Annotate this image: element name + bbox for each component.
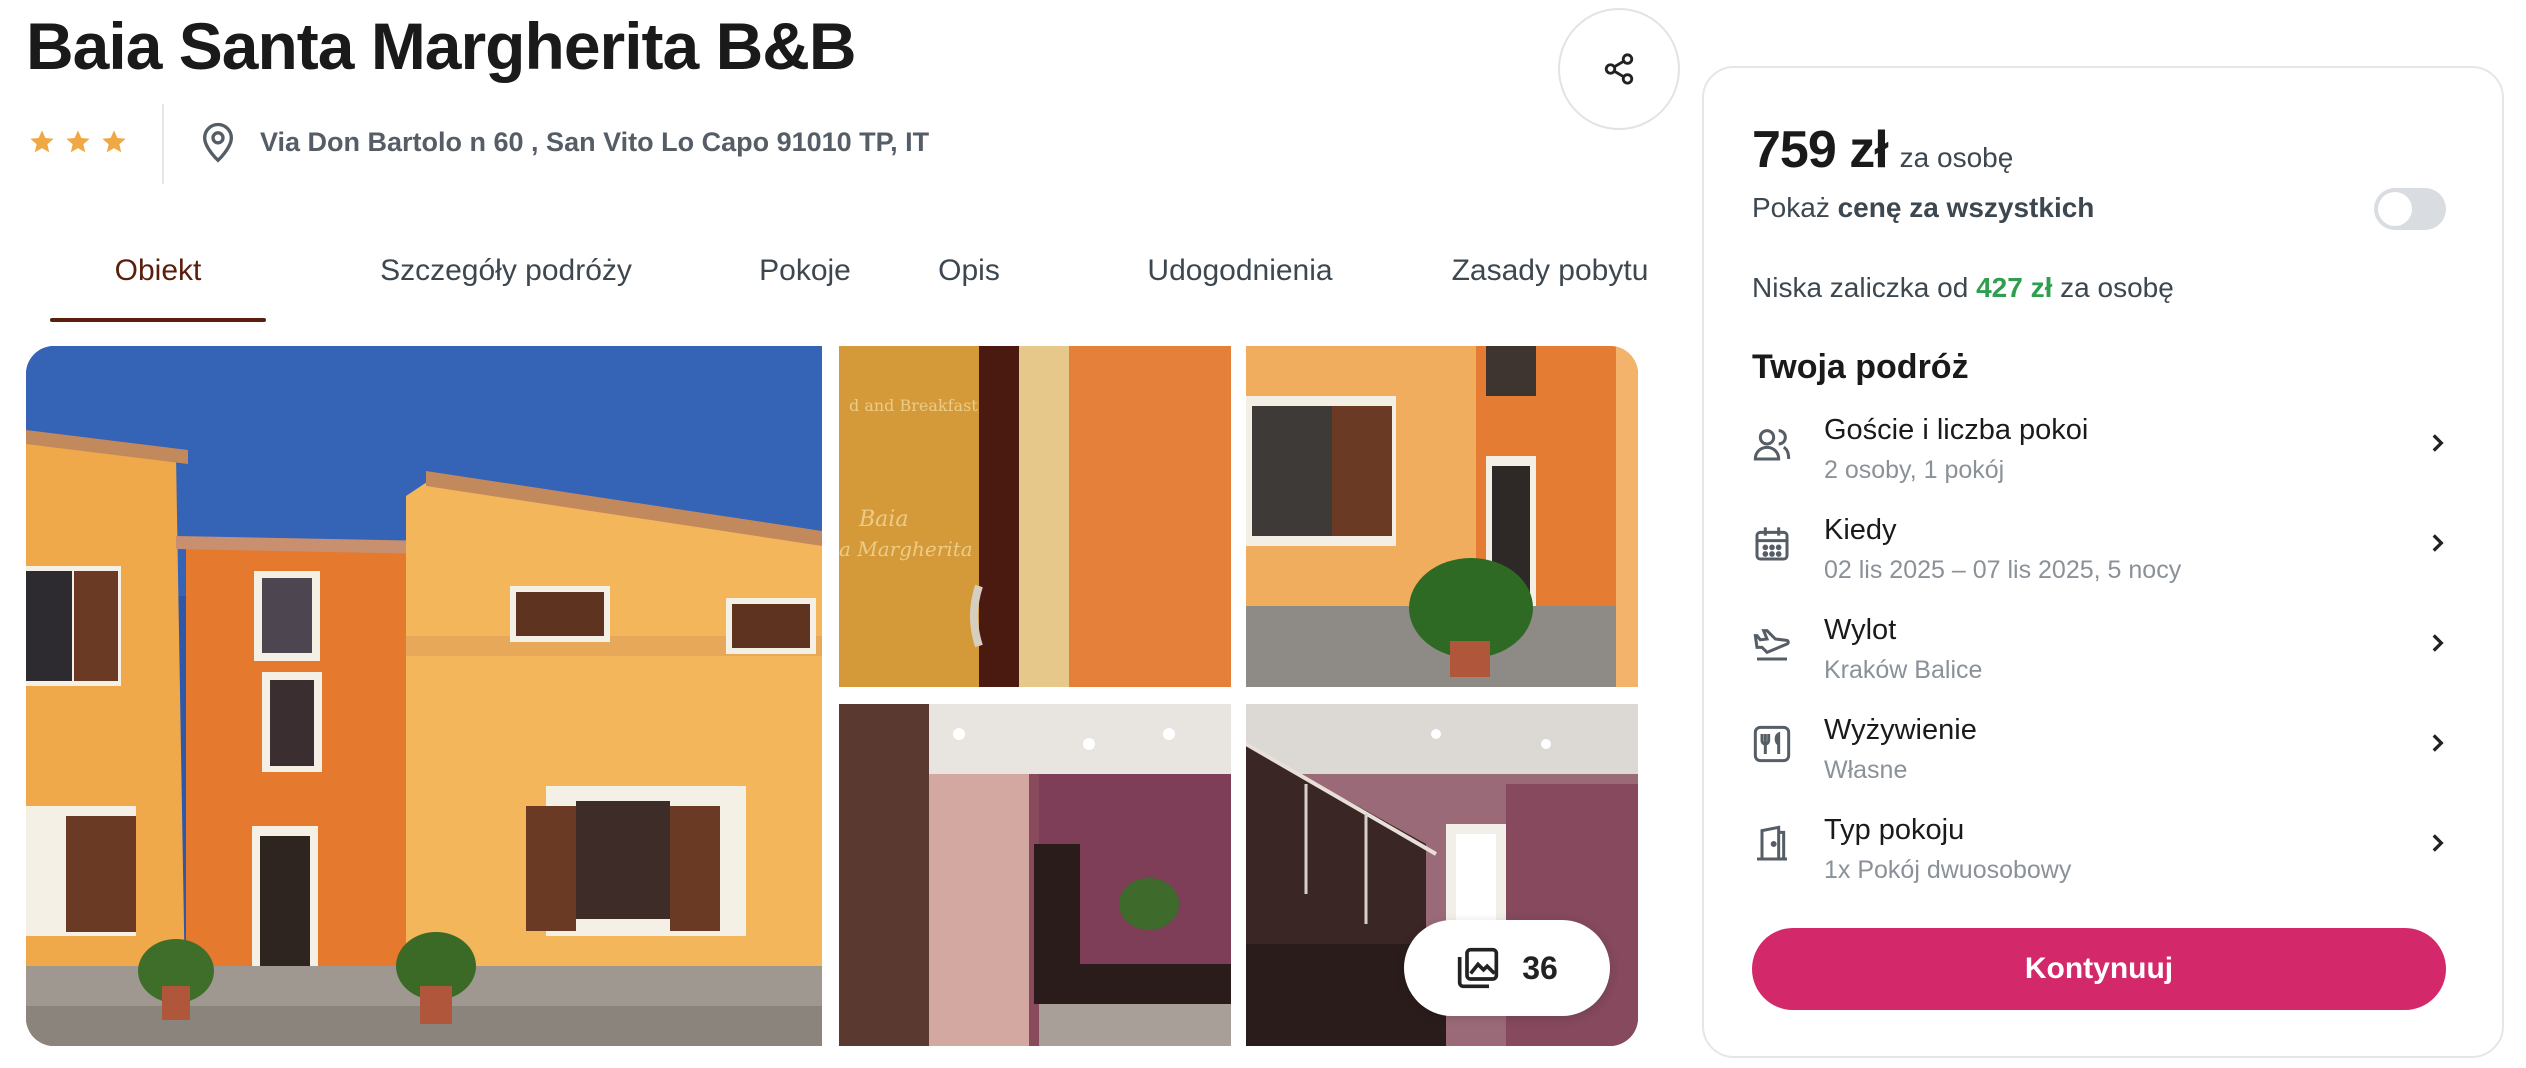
price: 759 zł [1752, 121, 1889, 179]
chevron-right-icon [2432, 634, 2444, 652]
star-icon [30, 130, 54, 153]
show-all-photos-button[interactable]: 36 [1404, 920, 1610, 1016]
trip-row-value: Kraków Balice [1824, 656, 1983, 684]
trip-section-title: Twoja podróż [1752, 348, 1969, 386]
trip-row-meals[interactable]: Wyżywienie Własne [1752, 714, 2460, 806]
address[interactable]: Via Don Bartolo n 60 , San Vito Lo Capo … [198, 120, 929, 164]
deposit-suffix: za osobę [2060, 272, 2174, 303]
trip-row-label: Kiedy [1824, 514, 1897, 546]
share-icon [1604, 53, 1634, 85]
deposit-info: Niska zaliczka od 427 zł za osobę [1752, 272, 2174, 304]
address-text: Via Don Bartolo n 60 , San Vito Lo Capo … [260, 126, 930, 157]
price-for-all-label: Pokaż cenę za wszystkich [1752, 192, 2094, 224]
booking-panel: 759 zł za osobę Pokaż cenę za wszystkich… [1702, 66, 2504, 1058]
price-for-all-toggle[interactable] [2374, 188, 2446, 230]
trip-row-flight[interactable]: Wylot Kraków Balice [1752, 614, 2460, 706]
location-pin-icon [202, 122, 234, 163]
trip-row-label: Wylot [1824, 614, 1897, 646]
chevron-right-icon [2432, 534, 2444, 552]
chevron-right-icon [2432, 834, 2444, 852]
trip-row-value: Własne [1824, 756, 1908, 784]
continue-button[interactable]: Kontynuuj [1752, 928, 2446, 1010]
tab-obiekt[interactable]: Obiekt [50, 240, 266, 322]
trip-row-label: Wyżywienie [1824, 714, 1977, 746]
photo-gallery-icon [1458, 947, 1499, 989]
chevron-right-icon [2432, 434, 2444, 452]
trip-row-label: Typ pokoju [1824, 814, 1965, 846]
trip-row-value: 2 osoby, 1 pokój [1824, 456, 2005, 484]
tab-szczegoly-podrozy[interactable]: Szczegóły podróży [330, 240, 682, 322]
room-door-icon [1757, 825, 1787, 861]
hotel-title: Baia Santa Margherita B&B [26, 9, 857, 83]
price-unit: za osobę [1899, 142, 2014, 173]
trip-row-room-type[interactable]: Typ pokoju 1x Pokój dwuosobowy [1752, 814, 2460, 906]
trip-row-value: 02 lis 2025 – 07 lis 2025, 5 nocy [1824, 556, 2182, 584]
photo-facade-window[interactable] [1246, 346, 1638, 687]
trip-row-value: 1x Pokój dwuosobowy [1824, 856, 2072, 884]
photo-count: 36 [1522, 949, 1558, 986]
toggle-bold-label: cenę za wszystkich [1837, 192, 2095, 223]
tab-opis[interactable]: Opis [888, 240, 1050, 322]
trip-row-guests[interactable]: Goście i liczba pokoi 2 osoby, 1 pokój [1752, 414, 2460, 506]
svg-text:Baia: Baia [858, 507, 908, 532]
calendar-icon [1755, 527, 1789, 561]
photo-gallery: d and Breakfast Baia a Margherita 36 [26, 346, 1638, 1046]
guests-icon [1753, 429, 1791, 461]
trip-row-dates[interactable]: Kiedy 02 lis 2025 – 07 lis 2025, 5 nocy [1752, 514, 2460, 606]
trip-row-label: Goście i liczba pokoi [1824, 414, 2089, 446]
meal-icon [1753, 725, 1791, 763]
photo-entrance-sign[interactable]: d and Breakfast Baia a Margherita [839, 346, 1231, 687]
star-rating [28, 128, 128, 156]
svg-text:a Margherita: a Margherita [839, 537, 973, 561]
price-row: 759 zł za osobę [1752, 120, 2013, 180]
photo-lobby[interactable] [839, 704, 1231, 1046]
plane-departure-icon [1753, 629, 1790, 661]
tab-bar: Obiekt Szczegóły podróży Pokoje Opis Udo… [50, 240, 1650, 322]
toggle-prefix: Pokaż [1752, 192, 1830, 223]
share-button[interactable] [1558, 8, 1680, 130]
svg-text:d and Breakfast: d and Breakfast [849, 396, 978, 415]
divider [162, 104, 164, 184]
star-icon [66, 130, 90, 153]
tab-zasady-pobytu[interactable]: Zasady pobytu [1420, 240, 1680, 322]
tab-udogodnienia[interactable]: Udogodnienia [1090, 240, 1390, 322]
star-icon [102, 130, 126, 153]
main-photo[interactable] [26, 346, 822, 1046]
deposit-amount: 427 zł [1976, 272, 2053, 303]
deposit-prefix: Niska zaliczka od [1752, 272, 1969, 303]
chevron-right-icon [2432, 734, 2444, 752]
